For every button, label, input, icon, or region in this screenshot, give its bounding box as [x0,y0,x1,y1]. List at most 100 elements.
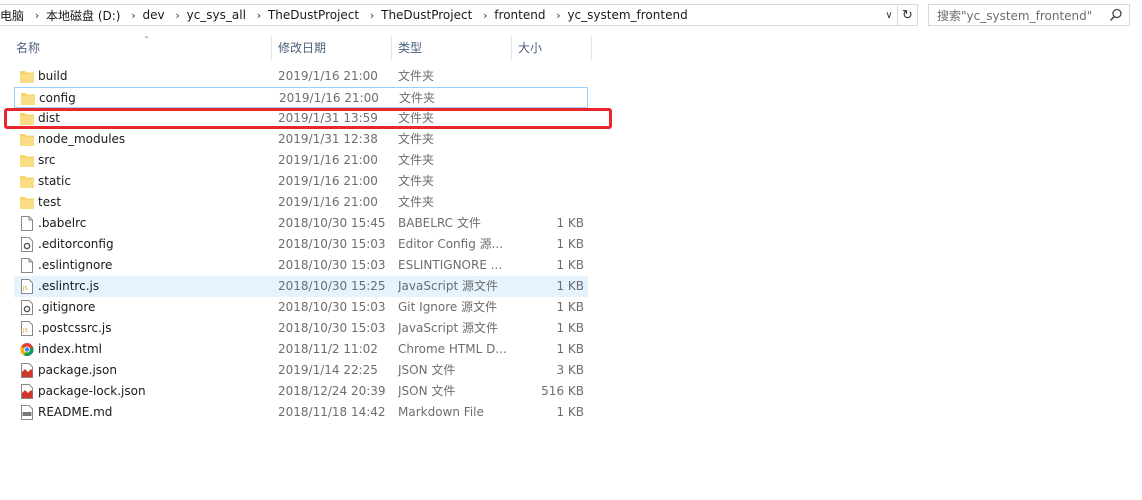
breadcrumb-item[interactable]: TheDustProject [268,5,363,25]
refresh-icon: ↻ [902,7,913,23]
markdown-file-icon [21,405,33,420]
breadcrumb-label: TheDustProject [267,8,360,22]
file-type: JavaScript 源文件 [398,279,498,293]
column-name[interactable]: 名称 ˆ [10,36,272,60]
chevron-right-icon[interactable]: › [476,9,494,22]
breadcrumb-item[interactable]: dev [142,5,168,25]
file-modified-date: 2018/10/30 15:25 [278,279,386,293]
file-size: 1 KB [556,216,584,230]
file-name: .postcssrc.js [38,321,112,335]
search-icon [1109,8,1122,22]
breadcrumb-label: dev [142,8,165,22]
file-modified-date: 2018/10/30 15:03 [278,321,386,335]
file-type: JavaScript 源文件 [398,321,498,335]
search-input[interactable]: 搜索"yc_system_frontend" [928,4,1130,26]
column-type[interactable]: 类型 [392,36,512,60]
file-row[interactable]: package-lock.json 2018/12/24 20:39 JSON 文件… [14,381,588,402]
file-row[interactable]: dist 2019/1/31 13:59 文件夹 [14,108,588,129]
folder-icon [20,197,34,209]
chevron-right-icon[interactable]: › [124,9,142,22]
chevron-right-icon[interactable]: › [250,9,268,22]
file-list: build 2019/1/16 21:00 文件夹 config 2019/1/16 2… [14,66,592,423]
file-modified-date: 2018/12/24 20:39 [278,384,386,398]
file-name: .eslintrc.js [38,279,100,293]
svg-text:JS: JS [22,286,28,292]
file-name: config [39,91,76,105]
breadcrumb-label: yc_sys_all [186,8,246,22]
file-row[interactable]: .eslintignore 2018/10/30 15:03 ESLINTIGNOR… [14,255,588,276]
file-name: dist [38,111,60,125]
file-row[interactable]: build 2019/1/16 21:00 文件夹 [14,66,588,87]
file-icon [21,216,33,231]
column-date[interactable]: 修改日期 [272,36,392,60]
chevron-right-icon[interactable]: › [549,9,567,22]
file-row[interactable]: JS .postcssrc.js 2018/10/30 15:03 JavaScrip… [14,318,588,339]
file-type: 文件夹 [398,195,435,209]
file-type: JSON 文件 [398,363,456,377]
file-size: 1 KB [556,321,584,335]
breadcrumb-item[interactable]: TheDustProject [381,5,476,25]
file-type: JSON 文件 [398,384,456,398]
chevron-right-icon[interactable]: › [28,9,46,22]
file-modified-date: 2019/1/16 21:00 [278,69,378,83]
file-name: .editorconfig [38,237,114,251]
file-row[interactable]: config 2019/1/16 21:00 文件夹 [14,87,588,108]
column-size-label: 大小 [518,41,543,55]
breadcrumb-item[interactable]: yc_system_frontend [567,5,691,25]
file-name: .eslintignore [38,258,113,272]
breadcrumb-label: TheDustProject [381,8,473,22]
file-modified-date: 2018/10/30 15:45 [278,216,386,230]
file-size: 516 KB [541,384,584,398]
js-file-icon: JS [21,321,33,336]
folder-icon [21,93,35,105]
file-modified-date: 2018/11/18 14:42 [278,405,386,419]
file-row[interactable]: README.md 2018/11/18 14:42 Markdown File 1 … [14,402,588,423]
column-header: 名称 ˆ 修改日期 类型 大小 [0,36,592,60]
column-date-label: 修改日期 [278,41,327,55]
breadcrumb-item[interactable]: frontend [494,5,549,25]
file-row[interactable]: static 2019/1/16 21:00 文件夹 [14,171,588,192]
breadcrumb-item[interactable]: 本地磁盘 (D:) [46,5,124,25]
refresh-button[interactable]: ↻ [898,4,918,26]
file-row[interactable]: node_modules 2019/1/31 12:38 文件夹 [14,129,588,150]
file-name: package.json [38,363,118,377]
file-type: Git Ignore 源文件 [398,300,498,314]
file-modified-date: 2018/11/2 11:02 [278,342,378,356]
file-modified-date: 2019/1/16 21:00 [278,153,378,167]
sort-ascending-icon: ˆ [144,36,149,47]
file-modified-date: 2019/1/16 21:00 [279,91,379,105]
breadcrumb[interactable]: 电脑 › 本地磁盘 (D:) › dev › yc_sys_all › TheDustProje… [0,4,898,26]
chevron-right-icon[interactable]: › [363,9,381,22]
folder-icon [20,134,34,146]
config-file-icon [21,300,33,315]
breadcrumb-label: 电脑 [0,8,25,23]
file-name: README.md [38,405,113,419]
address-history-button[interactable]: ∨ [880,5,898,25]
file-name: build [38,69,68,83]
chevron-right-icon[interactable]: › [169,9,187,22]
file-row[interactable]: .gitignore 2018/10/30 15:03 Git Ignore 源文件… [14,297,588,318]
svg-text:JS: JS [22,328,28,334]
file-row[interactable]: index.html 2018/11/2 11:02 Chrome HTML D..… [14,339,588,360]
breadcrumb-label: yc_system_frontend [567,8,688,22]
chevron-down-icon: ∨ [885,9,893,21]
search-placeholder: 搜索"yc_system_frontend" [937,8,1093,23]
file-name: src [38,153,56,167]
file-type: BABELRC 文件 [398,216,481,230]
file-icon [21,258,33,273]
file-row[interactable]: .editorconfig 2018/10/30 15:03 Editor Conf… [14,234,588,255]
column-name-label: 名称 [16,41,41,55]
folder-icon [20,71,34,83]
file-modified-date: 2019/1/14 22:25 [278,363,378,377]
file-modified-date: 2019/1/16 21:00 [278,195,378,209]
breadcrumb-item[interactable]: 电脑 [0,5,28,25]
file-size: 1 KB [556,258,584,272]
file-row[interactable]: .babelrc 2018/10/30 15:45 BABELRC 文件 1 KB [14,213,588,234]
file-row[interactable]: JS .eslintrc.js 2018/10/30 15:25 JavaScript… [14,276,588,297]
file-row[interactable]: src 2019/1/16 21:00 文件夹 [14,150,588,171]
column-size[interactable]: 大小 [512,36,592,60]
file-type: 文件夹 [399,91,436,105]
file-row[interactable]: package.json 2019/1/14 22:25 JSON 文件 3 KB [14,360,588,381]
file-row[interactable]: test 2019/1/16 21:00 文件夹 [14,192,588,213]
breadcrumb-item[interactable]: yc_sys_all [187,5,250,25]
